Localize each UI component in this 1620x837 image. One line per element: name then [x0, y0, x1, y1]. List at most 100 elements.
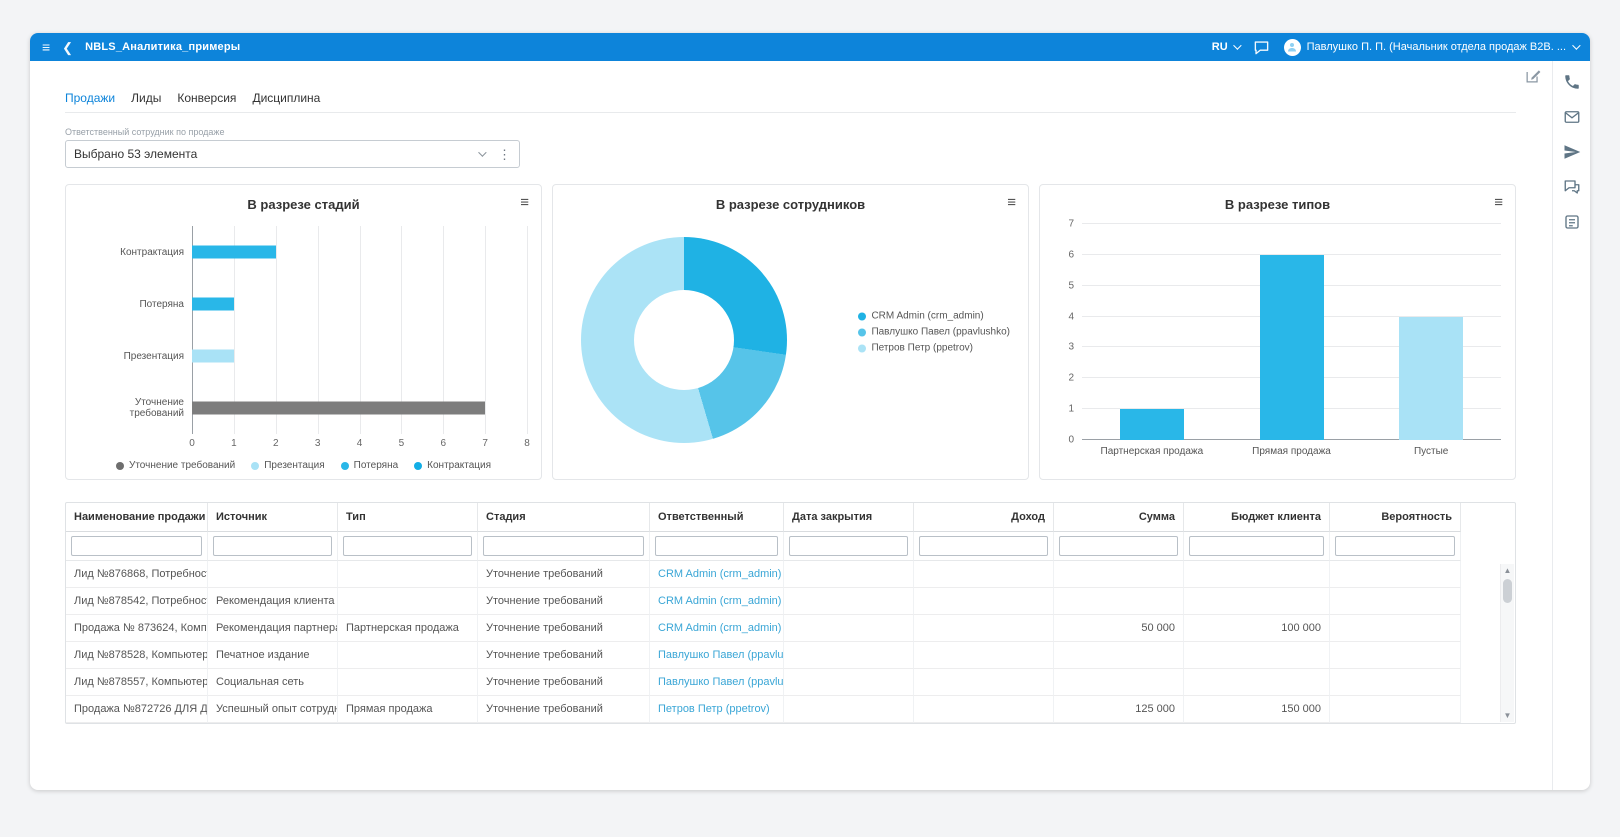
table-cell: [784, 561, 914, 588]
chat-bubbles-icon[interactable]: [1563, 178, 1581, 196]
x-tick-label: 5: [398, 438, 405, 449]
language-label: RU: [1211, 41, 1228, 53]
chat-icon[interactable]: [1253, 40, 1270, 55]
chart-menu-icon[interactable]: ≡: [1007, 195, 1016, 210]
column-filter-input[interactable]: [483, 536, 644, 556]
tab-Конверсия[interactable]: Конверсия: [177, 91, 236, 105]
category-label: Уточнение требований: [129, 397, 184, 419]
column-filter-input[interactable]: [343, 536, 472, 556]
column-filter-input[interactable]: [1059, 536, 1178, 556]
table-cell: Уточнение требований: [478, 669, 650, 696]
column-header: Бюджет клиента: [1184, 503, 1330, 532]
category-label: Потеряна: [139, 298, 184, 310]
filter-cell: [1330, 532, 1461, 561]
y-tick-label: 0: [1068, 434, 1074, 446]
table-cell: Уточнение требований: [478, 615, 650, 642]
types-plot: [1082, 223, 1501, 440]
scrollbar-thumb[interactable]: [1503, 579, 1512, 603]
user-menu[interactable]: Павлушко П. П. (Начальник отдела продаж …: [1283, 38, 1581, 56]
table-cell: [1330, 669, 1461, 696]
column-filter-input[interactable]: [71, 536, 202, 556]
table-cell: Рекомендация партнера: [208, 615, 338, 642]
table-cell: Успешный опыт сотрудниче: [208, 696, 338, 723]
app-window: ≡ ❮ NBLS_Аналитика_примеры RU Павлушко П…: [30, 33, 1590, 790]
legend-dot: [115, 461, 124, 470]
edit-icon[interactable]: [1524, 67, 1542, 85]
column-filter-input[interactable]: [1335, 536, 1455, 556]
legend-label: Контрактация: [427, 460, 492, 471]
responsible-link[interactable]: CRM Admin (crm_admin): [650, 588, 784, 615]
legend-dot: [251, 461, 260, 470]
hamburger-menu-icon[interactable]: ≡: [42, 40, 50, 54]
table-cell: [1330, 615, 1461, 642]
column-header: Доход: [914, 503, 1054, 532]
filter-menu-dots-icon[interactable]: ⋮: [498, 148, 511, 161]
bar-Пустые[interactable]: [1399, 316, 1464, 440]
filter-cell: [784, 532, 914, 561]
responsible-link[interactable]: Петров Петр (ppetrov): [650, 696, 784, 723]
chart-menu-icon[interactable]: ≡: [1494, 195, 1503, 210]
y-tick-label: 7: [1068, 218, 1074, 230]
y-tick-label: 3: [1068, 341, 1074, 353]
x-tick-label: 8: [524, 438, 530, 449]
table-cell: [338, 669, 478, 696]
bar-Презентация[interactable]: [192, 349, 234, 363]
column-header: Сумма: [1054, 503, 1184, 532]
bar-column: [1222, 224, 1362, 440]
language-selector[interactable]: RU: [1211, 41, 1242, 53]
responsible-link[interactable]: CRM Admin (crm_admin): [650, 615, 784, 642]
legend-item: Петров Петр (ppetrov): [858, 343, 1010, 354]
table-cell: Прямая продажа: [338, 696, 478, 723]
legend-label: Уточнение требований: [128, 460, 236, 471]
table-cell: [1054, 642, 1184, 669]
x-tick-label: 7: [482, 438, 488, 449]
table-scrollbar[interactable]: ▲ ▼: [1500, 564, 1514, 722]
main-content: Продажи Лиды Конверсия Дисциплина Ответстве…: [30, 61, 1552, 790]
tab-Лиды[interactable]: Лиды: [131, 91, 161, 105]
bar-Контрактация[interactable]: [192, 245, 276, 259]
employees-donut[interactable]: [581, 237, 787, 443]
scroll-down-icon[interactable]: ▼: [1501, 709, 1514, 722]
table-cell: [338, 561, 478, 588]
column-header: Вероятность: [1330, 503, 1461, 532]
responsible-filter-select[interactable]: Выбрано 53 элемента ⋮: [65, 140, 520, 168]
tab-Продажи[interactable]: Продажи: [65, 91, 115, 105]
table-cell: [1184, 561, 1330, 588]
chart-menu-icon[interactable]: ≡: [520, 195, 529, 210]
table-cell: [914, 642, 1054, 669]
table-cell: [914, 669, 1054, 696]
bar-Партнерская продажа[interactable]: [1119, 409, 1184, 440]
column-filter-input[interactable]: [789, 536, 908, 556]
bar-Прямая продажа[interactable]: [1259, 254, 1324, 440]
types-chart-card: В разрезе типов ≡ 0 1 2 3 4 5 6 7 Партнерская п…: [1039, 184, 1516, 480]
legend-item: CRM Admin (crm_admin): [858, 311, 1010, 322]
column-filter-input[interactable]: [213, 536, 332, 556]
table-cell: [1054, 669, 1184, 696]
phone-icon[interactable]: [1563, 73, 1581, 91]
table-cell: Партнерская продажа: [338, 615, 478, 642]
filter-cell: [66, 532, 208, 561]
chart-title: В разрезе стадий: [247, 197, 360, 212]
y-tick-label: 4: [1068, 311, 1074, 323]
scroll-up-icon[interactable]: ▲: [1501, 564, 1514, 577]
bar-Потеряна[interactable]: [192, 297, 234, 311]
category-label: Пустые: [1413, 446, 1449, 457]
column-filter-input[interactable]: [655, 536, 778, 556]
legend-item: Презентация: [251, 460, 325, 471]
responsible-link[interactable]: CRM Admin (crm_admin): [650, 561, 784, 588]
responsible-link[interactable]: Павлушко Павел (ppavlushk: [650, 669, 784, 696]
table-cell: [914, 696, 1054, 723]
email-icon[interactable]: [1563, 108, 1581, 126]
responsible-link[interactable]: Павлушко Павел (ppavlushk: [650, 642, 784, 669]
tab-Дисциплина[interactable]: Дисциплина: [252, 91, 320, 105]
tabs: Продажи Лиды Конверсия Дисциплина: [65, 91, 1516, 113]
table-cell: Уточнение требований: [478, 696, 650, 723]
y-tick-label: 6: [1068, 249, 1074, 261]
send-icon[interactable]: [1563, 143, 1581, 161]
bar-Уточнение требований[interactable]: [192, 401, 486, 415]
notes-icon[interactable]: [1563, 213, 1581, 231]
column-filter-input[interactable]: [919, 536, 1048, 556]
legend-dot: [858, 344, 867, 352]
column-filter-input[interactable]: [1189, 536, 1324, 556]
back-chevron-icon[interactable]: ❮: [62, 41, 73, 54]
